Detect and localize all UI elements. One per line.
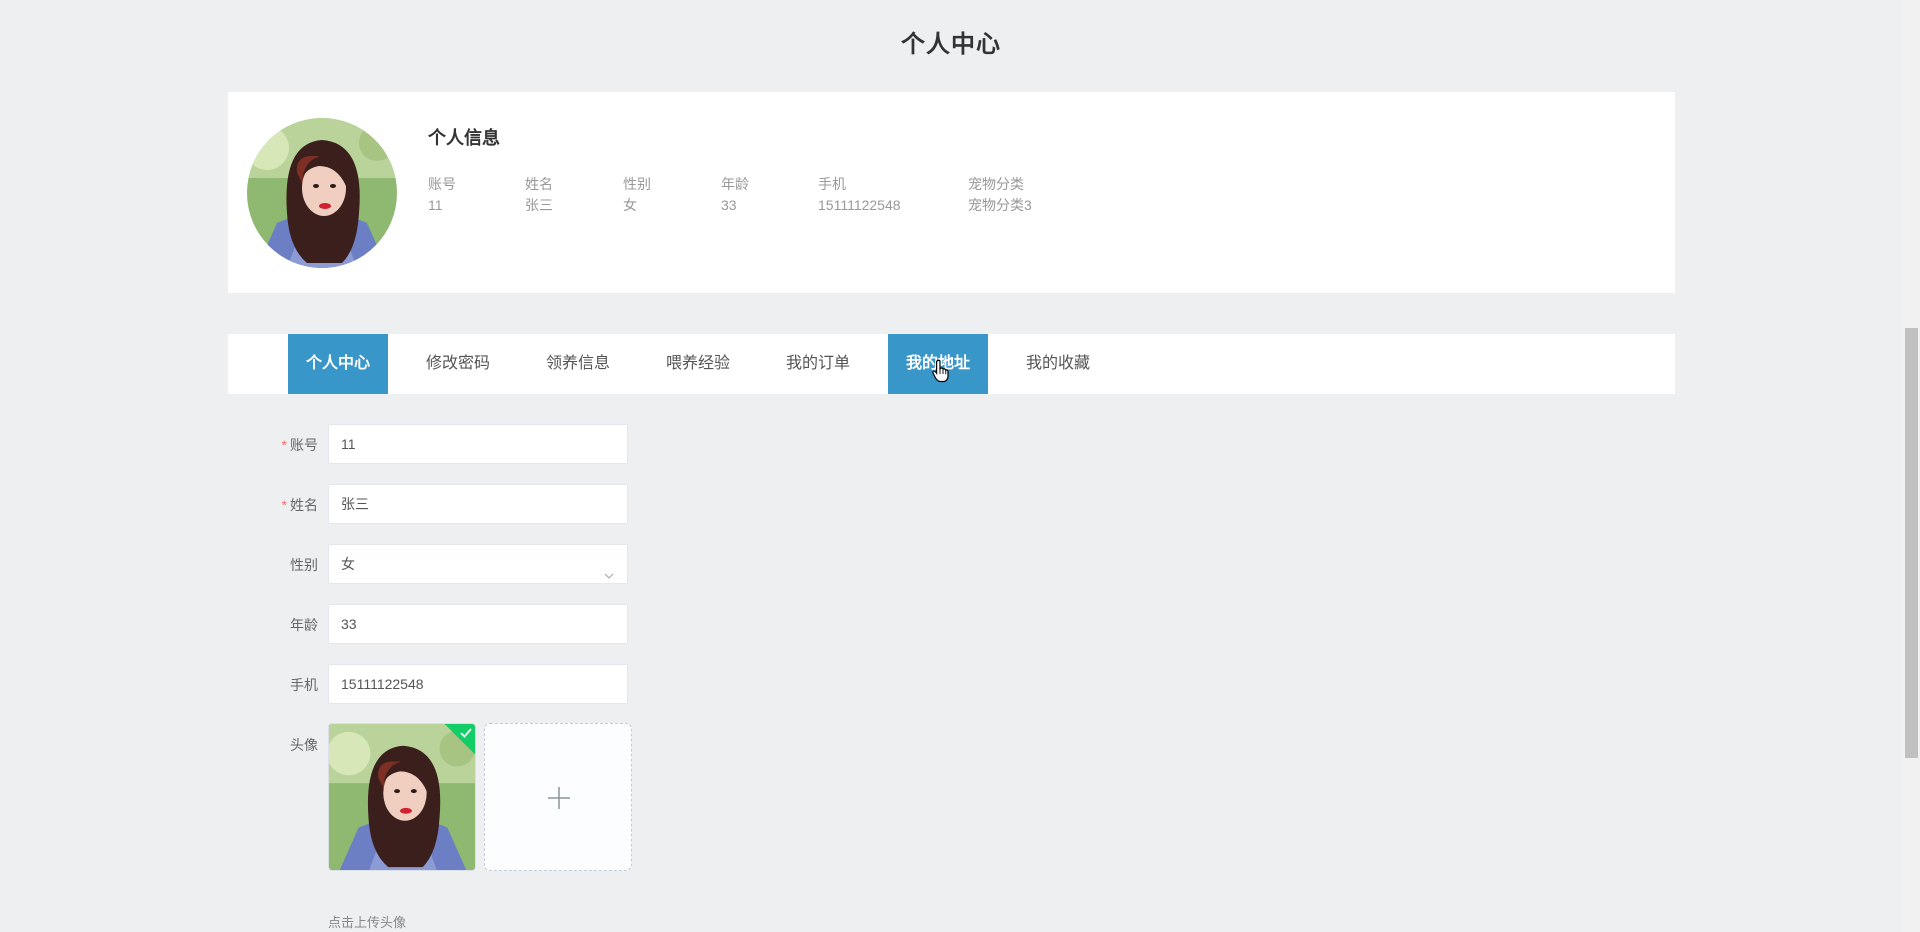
- info-field-value: 11: [428, 197, 443, 213]
- name-input[interactable]: 张三: [328, 484, 628, 524]
- tab-adoption-info[interactable]: 领养信息: [528, 334, 628, 394]
- account-label: * 账号: [281, 437, 318, 453]
- age-label: 年龄: [290, 617, 318, 633]
- tab-personal-center[interactable]: 个人中心: [288, 334, 388, 394]
- info-field-account: 账号 11: [428, 174, 456, 215]
- info-field-phone: 手机 15111122548: [818, 174, 901, 215]
- check-icon: [459, 726, 473, 744]
- profile-info-card: 个人信息 账号 11 姓名 张三 性别 女 年龄 33 手机 151111225…: [228, 92, 1675, 293]
- chevron-down-icon: [603, 558, 615, 596]
- phone-label: 手机: [290, 677, 318, 693]
- info-field-label: 手机: [818, 176, 846, 192]
- avatar-label: 头像: [290, 737, 318, 753]
- info-field-label: 姓名: [525, 176, 553, 192]
- upload-tip: 点击上传头像: [328, 915, 407, 930]
- tab-feeding-experience[interactable]: 喂养经验: [648, 334, 748, 394]
- gender-select-value: 女: [341, 556, 355, 572]
- plus-icon: [547, 786, 571, 815]
- tab-bar: 个人中心 修改密码 领养信息 喂养经验 我的订单 我的地址 我的收藏: [228, 334, 1675, 394]
- gender-label: 性别: [290, 557, 318, 573]
- scrollbar[interactable]: [1903, 0, 1920, 932]
- required-mark: *: [281, 497, 287, 513]
- info-field-pet-category: 宠物分类 宠物分类3: [968, 174, 1032, 215]
- tab-my-favorites[interactable]: 我的收藏: [1008, 334, 1108, 394]
- info-field-age: 年龄 33: [721, 174, 749, 215]
- name-label: * 姓名: [281, 497, 318, 513]
- info-field-value: 女: [623, 197, 637, 213]
- info-field-value: 15111122548: [818, 197, 901, 213]
- gender-select[interactable]: 女: [328, 544, 628, 584]
- info-field-label: 年龄: [721, 176, 749, 192]
- age-input[interactable]: 33: [328, 604, 628, 644]
- info-field-label: 性别: [623, 176, 651, 192]
- phone-input[interactable]: 15111122548: [328, 664, 628, 704]
- avatar-upload-button[interactable]: [484, 723, 632, 871]
- hand-pointer-icon: [932, 359, 950, 388]
- info-field-value: 张三: [525, 197, 553, 213]
- avatar: [247, 118, 397, 268]
- tab-change-password[interactable]: 修改密码: [408, 334, 508, 394]
- scrollbar-thumb[interactable]: [1905, 328, 1918, 758]
- info-field-label: 宠物分类: [968, 176, 1024, 192]
- page-title: 个人中心: [901, 31, 1001, 58]
- required-mark: *: [281, 437, 287, 453]
- info-field-name: 姓名 张三: [525, 174, 553, 215]
- info-field-label: 账号: [428, 176, 456, 192]
- info-field-value: 宠物分类3: [968, 197, 1032, 213]
- info-title: 个人信息: [428, 128, 500, 148]
- account-input[interactable]: 11: [328, 424, 628, 464]
- uploaded-avatar-thumbnail[interactable]: [328, 723, 476, 871]
- info-field-gender: 性别 女: [623, 174, 651, 215]
- tab-my-orders[interactable]: 我的订单: [768, 334, 868, 394]
- info-field-value: 33: [721, 197, 737, 213]
